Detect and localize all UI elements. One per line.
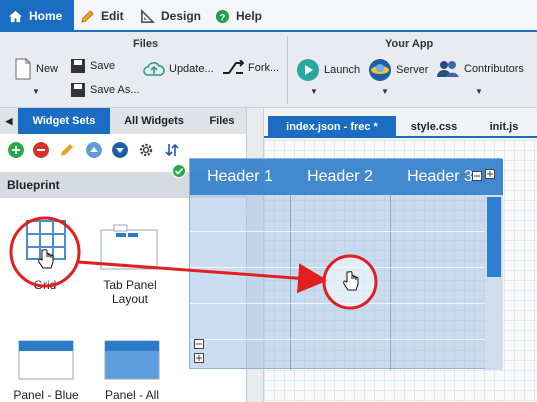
grid-scrollbar-thumb[interactable]: [487, 197, 501, 277]
server-icon: [369, 59, 391, 81]
widget-panel-blue[interactable]: [10, 336, 80, 386]
widget-panel-all-label: Panel - All: [104, 388, 160, 402]
save-icon: [71, 59, 85, 73]
ruler-icon: [141, 8, 155, 23]
tab-init-js[interactable]: init.js: [474, 116, 534, 138]
save-label: Save: [90, 60, 116, 72]
grid-icon: [26, 220, 66, 260]
ribbon-separator: [287, 36, 288, 104]
remove-icon[interactable]: [33, 142, 49, 158]
contributors-dropdown-caret[interactable]: ▼: [475, 87, 483, 96]
grid-preview[interactable]: Header 1 Header 2 Header 3: [189, 158, 503, 370]
svg-text:?: ?: [220, 12, 226, 22]
widget-tab-panel-label: Tab Panel Layout: [103, 278, 157, 306]
menu-help[interactable]: ? Help: [215, 0, 262, 32]
row-expand-icon[interactable]: [194, 353, 204, 363]
widget-tabs: ◀ Widget Sets All Widgets Files: [0, 108, 246, 134]
pencil-icon: [81, 9, 94, 23]
grid-column-divider: [290, 195, 291, 370]
menu-help-label: Help: [236, 9, 263, 23]
grid-header-cell[interactable]: Header 2: [290, 159, 390, 195]
menu-home-label: Home: [29, 9, 63, 23]
chevron-left-icon: ◀: [5, 115, 13, 126]
app-group-title: Your App: [385, 38, 434, 50]
new-file-icon: [15, 58, 31, 80]
tab-index-json[interactable]: index.json - frec *: [268, 116, 396, 138]
grid-row-divider: [190, 339, 485, 340]
launch-button[interactable]: Launch: [296, 58, 360, 82]
widget-panel-all[interactable]: [98, 336, 168, 386]
grid-row-divider: [190, 267, 485, 268]
editor-tabs: index.json - frec * style.css init.js: [264, 116, 537, 138]
update-label: Update...: [169, 63, 214, 75]
server-dropdown-caret[interactable]: ▼: [381, 87, 389, 96]
users-icon: [437, 61, 459, 77]
tab-files[interactable]: Files: [198, 108, 246, 134]
server-button[interactable]: Server: [368, 58, 428, 82]
grid-row-divider: [190, 231, 485, 232]
panel-all-icon: [104, 340, 160, 380]
move-down-icon[interactable]: [112, 142, 128, 158]
row-collapse-icon[interactable]: [194, 339, 204, 349]
save-as-icon: [71, 83, 85, 97]
home-icon: [8, 10, 23, 22]
menu-edit[interactable]: Edit: [80, 0, 124, 32]
fork-label: Fork...: [248, 62, 280, 74]
grid-scrollbar[interactable]: [485, 195, 503, 370]
gear-icon[interactable]: [138, 142, 154, 158]
menu-home[interactable]: Home: [0, 0, 75, 32]
move-up-icon[interactable]: [86, 142, 102, 158]
cloud-upload-icon: [143, 62, 165, 76]
sort-arrow-icon: [244, 205, 254, 212]
save-button[interactable]: Save: [70, 58, 115, 74]
add-icon[interactable]: [8, 142, 24, 158]
fork-button[interactable]: Fork...: [222, 60, 279, 76]
check-badge-icon: [172, 164, 186, 178]
update-button[interactable]: Update...: [143, 60, 214, 78]
server-label: Server: [396, 64, 429, 76]
save-as-button[interactable]: Save As...: [70, 82, 140, 98]
tab-scroll-left[interactable]: ◀: [0, 108, 18, 134]
grid-header-row: Header 1 Header 2 Header 3: [190, 159, 503, 195]
contributors-button[interactable]: Contributors: [436, 60, 524, 78]
new-label: New: [36, 63, 59, 75]
contributors-label: Contributors: [464, 63, 524, 75]
fork-icon: [223, 60, 244, 74]
tab-widget-sets[interactable]: Widget Sets: [18, 108, 110, 134]
help-icon: ?: [215, 9, 230, 23]
grid-row-divider: [190, 303, 485, 304]
tab-panel-icon: [100, 224, 158, 270]
tab-all-widgets[interactable]: All Widgets: [110, 108, 198, 134]
grid-header-cell[interactable]: Header 1: [190, 159, 290, 195]
launch-dropdown-caret[interactable]: ▼: [310, 87, 318, 96]
launch-label: Launch: [324, 64, 361, 76]
play-icon: [297, 59, 319, 81]
widget-grid-label: Grid: [33, 278, 57, 292]
ribbon: Files New ▼ Save Save As... Update... Fo…: [0, 32, 537, 108]
new-dropdown-caret[interactable]: ▼: [32, 87, 40, 96]
collapse-icon[interactable]: [472, 171, 482, 181]
menu-design-label: Design: [161, 9, 202, 23]
new-button[interactable]: New: [14, 58, 58, 80]
menu-design[interactable]: Design: [140, 0, 201, 32]
menu-edit-label: Edit: [101, 9, 124, 23]
files-group-title: Files: [133, 38, 159, 50]
grid-column-divider: [390, 195, 391, 370]
edit-pencil-icon[interactable]: [59, 142, 75, 158]
widget-panel-blue-label: Panel - Blue: [13, 388, 79, 402]
expand-icon[interactable]: [485, 169, 495, 179]
menu-bar: Home Edit Design ? Help: [0, 0, 537, 32]
panel-blue-icon: [18, 340, 74, 380]
tab-style-css[interactable]: style.css: [398, 116, 470, 138]
sort-icon[interactable]: [164, 142, 180, 158]
save-as-label: Save As...: [90, 84, 140, 96]
